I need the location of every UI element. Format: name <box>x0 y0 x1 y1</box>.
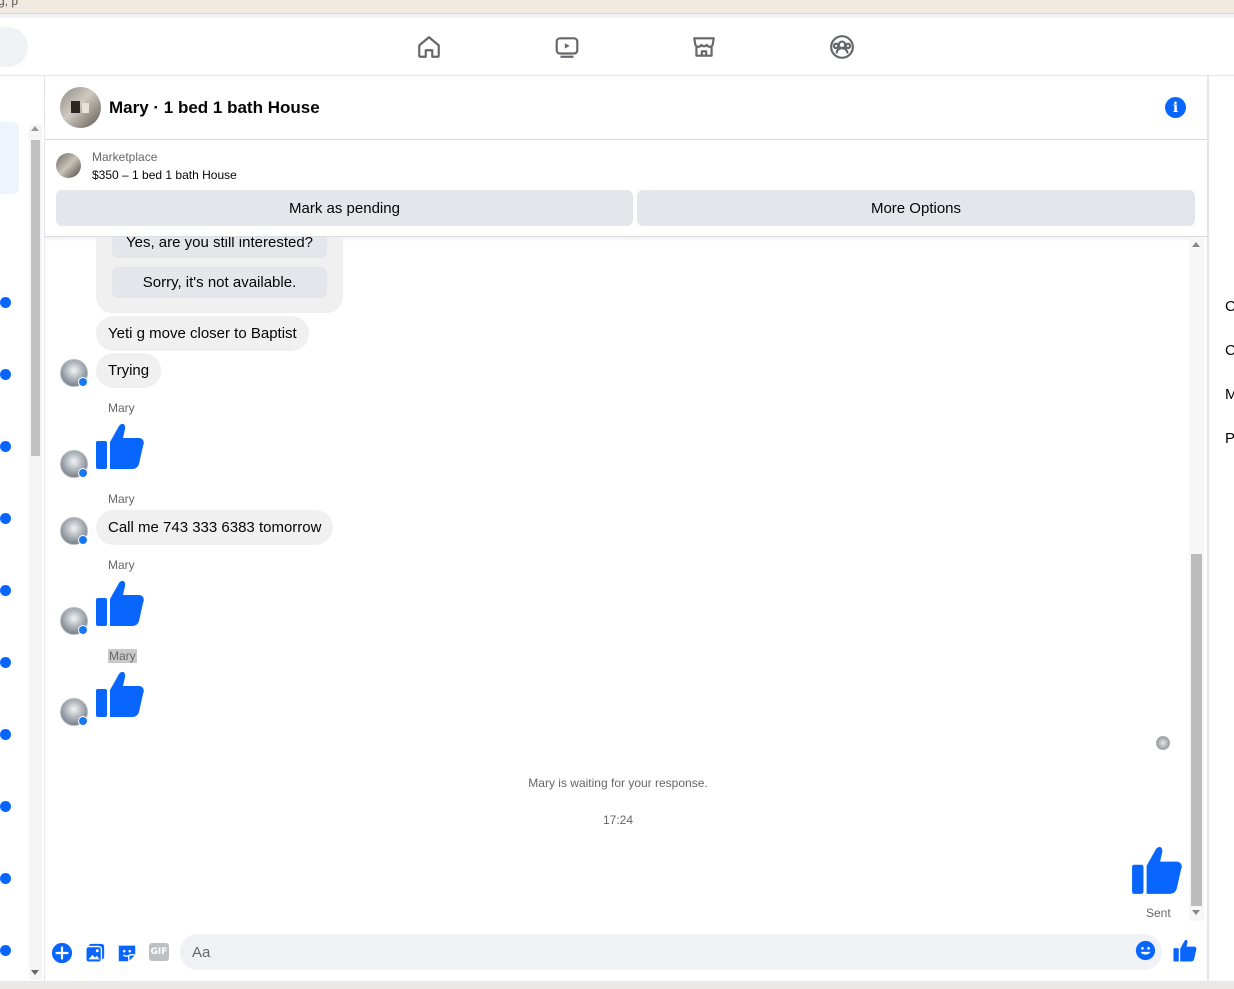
sticker-icon[interactable] <box>115 941 139 965</box>
plus-icon[interactable] <box>50 941 74 965</box>
thumbs-up-icon[interactable] <box>95 422 145 472</box>
mark-as-pending-button[interactable]: Mark as pending <box>56 190 633 226</box>
active-chat-highlight[interactable] <box>0 122 19 194</box>
photo-icon[interactable] <box>83 941 107 965</box>
unread-dot-icon <box>0 513 11 524</box>
sender-avatar[interactable] <box>60 698 88 726</box>
home-icon[interactable] <box>415 33 443 61</box>
emoji-icon[interactable] <box>1135 940 1156 961</box>
scroll-down-arrow-icon[interactable] <box>31 970 39 975</box>
chat-header: Mary · 1 bed 1 bath House i <box>45 76 1207 140</box>
sender-name: Mary <box>108 492 135 506</box>
message-list: Yes, are you still interested? Sorry, it… <box>45 237 1207 921</box>
listing-thumbnail[interactable] <box>56 153 81 178</box>
sender-name: Mary <box>108 558 135 572</box>
video-icon[interactable] <box>553 33 581 61</box>
listing-price-title[interactable]: $350 – 1 bed 1 bath House <box>92 168 237 182</box>
chat-title[interactable]: Mary · 1 bed 1 bath House <box>109 98 320 118</box>
quick-reply-not-available[interactable]: Sorry, it's not available. <box>112 267 327 298</box>
more-options-button[interactable]: More Options <box>637 190 1195 226</box>
quick-reply-group: Yes, are you still interested? Sorry, it… <box>96 237 343 313</box>
groups-icon[interactable] <box>828 33 856 61</box>
sender-avatar[interactable] <box>60 359 88 387</box>
right-contacts-panel: C C M P <box>1208 76 1234 989</box>
thumbs-up-icon[interactable] <box>95 670 145 720</box>
gif-icon[interactable]: GIF <box>149 943 169 961</box>
scroll-up-arrow-icon[interactable] <box>31 126 39 131</box>
browser-strip: g, p <box>0 0 1234 14</box>
unread-dot-icon <box>0 729 11 740</box>
timestamp: 17:24 <box>602 813 634 827</box>
seen-receipt-avatar <box>1156 736 1170 750</box>
chat-scroll-up-icon[interactable] <box>1192 242 1200 247</box>
waiting-status: Mary is waiting for your response. <box>528 776 708 790</box>
thumbs-up-icon[interactable] <box>95 579 145 629</box>
search-box[interactable] <box>0 27 28 67</box>
unread-dot-icon <box>0 657 11 668</box>
messenger-window: g, p C C M P Mary · 1 bed 1 bath House i… <box>0 0 1234 989</box>
chat-window: Mary · 1 bed 1 bath House i Marketplace … <box>44 76 1208 981</box>
contact-letter[interactable]: C <box>1225 298 1234 315</box>
sender-avatar[interactable] <box>60 517 88 545</box>
marketplace-listing-bar: Marketplace $350 – 1 bed 1 bath House Ma… <box>45 140 1207 237</box>
contact-letter[interactable]: M <box>1225 386 1234 403</box>
unread-dot-icon <box>0 873 11 884</box>
unread-dot-icon <box>0 945 11 956</box>
message-bubble[interactable]: Call me 743 333 6383 tomorrow <box>96 510 334 545</box>
message-bubble[interactable]: Yeti g move closer to Baptist <box>96 316 309 351</box>
sender-name-selected: Mary <box>108 649 137 663</box>
top-navigation <box>0 18 1234 76</box>
quick-reply-still-interested[interactable]: Yes, are you still interested? <box>112 237 327 258</box>
unread-dot-icon <box>0 585 11 596</box>
info-icon[interactable]: i <box>1165 97 1186 118</box>
listing-avatar[interactable] <box>60 87 101 128</box>
sender-avatar[interactable] <box>60 450 88 478</box>
unread-dot-icon <box>0 297 11 308</box>
sent-status: Sent <box>1146 906 1171 920</box>
sender-avatar[interactable] <box>60 607 88 635</box>
chat-scroll-down-icon[interactable] <box>1192 910 1200 915</box>
chat-scroll-thumb[interactable] <box>1191 554 1202 906</box>
sent-thumbs-up-icon[interactable] <box>1131 845 1183 897</box>
listing-source: Marketplace <box>92 150 158 164</box>
send-like-icon[interactable] <box>1173 939 1197 963</box>
contact-letter[interactable]: C <box>1225 342 1234 359</box>
marketplace-icon[interactable] <box>690 33 718 61</box>
message-composer: GIF <box>45 931 1207 981</box>
contact-letter[interactable]: P <box>1225 430 1234 447</box>
url-fragment: g, p <box>0 0 19 8</box>
message-input[interactable] <box>180 934 1162 970</box>
unread-dot-icon <box>0 441 11 452</box>
taskbar-strip <box>0 981 1234 989</box>
sidebar-scroll-thumb[interactable] <box>31 140 40 456</box>
unread-dot-icon <box>0 369 11 380</box>
sender-name: Mary <box>108 401 135 415</box>
message-bubble[interactable]: Trying <box>96 353 162 388</box>
unread-dot-icon <box>0 801 11 812</box>
